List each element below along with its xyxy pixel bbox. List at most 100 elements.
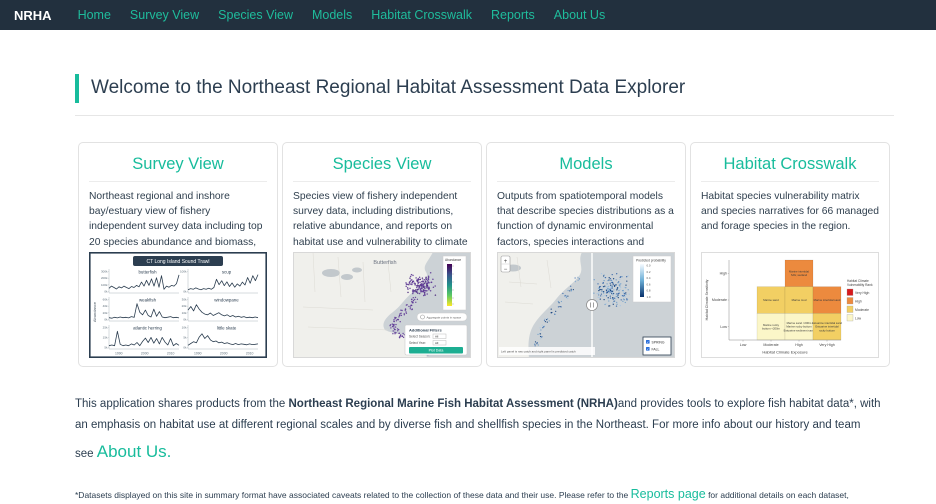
check-icon: ✓ bbox=[647, 340, 650, 344]
nav-home[interactable]: Home bbox=[78, 8, 111, 22]
survey-chart-title: CT Long Island Sound Trawl bbox=[146, 259, 209, 265]
species-map-thumbnail: Butterfish Abundance Aggregate points in… bbox=[293, 252, 471, 358]
svg-text:2000: 2000 bbox=[220, 351, 228, 355]
svg-text:1990: 1990 bbox=[115, 351, 123, 355]
intro-text-bold: Northeast Regional Marine Fish Habitat A… bbox=[289, 398, 618, 410]
svg-text:10k: 10k bbox=[182, 310, 187, 314]
nav-habitat-crosswalk[interactable]: Habitat Crosswalk bbox=[371, 8, 472, 22]
svg-text:Very High: Very High bbox=[855, 290, 869, 294]
brand-nrha[interactable]: NRHA bbox=[14, 8, 52, 23]
card-habitat-crosswalk: Habitat Crosswalk Habitat species vulner… bbox=[690, 142, 890, 367]
svg-text:0.2: 0.2 bbox=[647, 269, 651, 273]
card-species-view: Species View Species view of fishery ind… bbox=[282, 142, 482, 367]
svg-text:Low: Low bbox=[720, 324, 727, 328]
fall-checkbox-label: FALL bbox=[652, 347, 660, 351]
species-legend: Abundance bbox=[443, 256, 466, 310]
season-select-value: All bbox=[435, 334, 439, 338]
footnote-text-1: *Datasets displayed on this site in summ… bbox=[75, 490, 631, 500]
card-crosswalk-title: Habitat Crosswalk bbox=[701, 151, 879, 182]
nav-models[interactable]: Models bbox=[312, 8, 352, 22]
card-species-title: Species View bbox=[293, 151, 471, 182]
top-navbar: NRHA Home Survey View Species View Model… bbox=[0, 0, 936, 30]
svg-text:scup: scup bbox=[222, 269, 232, 274]
card-survey-view: Survey View Northeast regional and insho… bbox=[78, 142, 278, 367]
map-caption-text: Left panel is raw catch and right panel … bbox=[501, 349, 576, 353]
svg-text:High: High bbox=[795, 343, 802, 347]
svg-text:Very High: Very High bbox=[819, 343, 835, 347]
swipe-handle bbox=[587, 299, 598, 310]
svg-text:butterfish: butterfish bbox=[138, 269, 157, 274]
svg-text:0.6: 0.6 bbox=[647, 282, 651, 286]
footnote-paragraph: *Datasets displayed on this site in summ… bbox=[75, 484, 881, 504]
svg-text:Marine sand: Marine sand bbox=[763, 298, 779, 302]
svg-text:0k: 0k bbox=[104, 317, 108, 321]
aggregate-toggle-button: Aggregate points in space bbox=[417, 313, 467, 321]
svg-text:Low: Low bbox=[740, 343, 747, 347]
crosswalk-legend-title-2: Vulnerability Rank bbox=[847, 283, 873, 287]
season-filter-label: Select Season: bbox=[409, 334, 431, 338]
survey-y-axis-label: Abundance bbox=[92, 301, 97, 322]
models-map-thumbnail: + − Predicted probability 0.00.20.40.60.… bbox=[497, 252, 675, 358]
crosswalk-matrix-thumbnail: Marine intertidalSAV, wetland Marine sand… bbox=[701, 252, 879, 358]
svg-text:0.8: 0.8 bbox=[647, 288, 651, 292]
svg-text:0.0: 0.0 bbox=[647, 263, 651, 267]
svg-text:2000: 2000 bbox=[141, 351, 149, 355]
zoom-out-icon: − bbox=[504, 266, 508, 272]
svg-text:atlantic herring: atlantic herring bbox=[133, 325, 162, 330]
zoom-in-icon: + bbox=[504, 258, 508, 264]
svg-text:0k: 0k bbox=[183, 317, 187, 321]
svg-text:High: High bbox=[720, 271, 727, 275]
crosswalk-x-axis-label: Habitat Climate Exposure bbox=[762, 349, 808, 354]
svg-text:0k: 0k bbox=[104, 289, 108, 293]
card-survey-title: Survey View bbox=[89, 151, 267, 182]
nav-survey-view[interactable]: Survey View bbox=[130, 8, 199, 22]
intro-text-1: This application shares products from th… bbox=[75, 398, 289, 410]
svg-text:Moderate: Moderate bbox=[763, 343, 778, 347]
svg-text:Marine mud: Marine mud bbox=[792, 298, 807, 302]
year-filter-label: Select Year: bbox=[409, 341, 426, 345]
nav-species-view[interactable]: Species View bbox=[218, 8, 293, 22]
svg-text:10k: 10k bbox=[182, 325, 187, 329]
svg-text:High: High bbox=[855, 299, 862, 303]
filters-title: Additional Filters bbox=[409, 327, 442, 332]
svg-text:30k: 30k bbox=[182, 297, 187, 301]
card-models-title: Models bbox=[497, 151, 675, 182]
svg-text:300k: 300k bbox=[101, 269, 108, 273]
card-crosswalk-description: Habitat species vulnerability matrix and… bbox=[701, 189, 879, 235]
svg-text:100k: 100k bbox=[101, 282, 108, 286]
svg-text:1.0: 1.0 bbox=[647, 295, 651, 299]
survey-thumbnail: CT Long Island Sound Trawl Abundance but… bbox=[89, 252, 267, 358]
reports-page-link[interactable]: Reports page bbox=[631, 487, 706, 501]
models-legend-title: Predicted probability bbox=[636, 258, 666, 262]
aggregate-toggle-label: Aggregate points in space bbox=[427, 315, 462, 319]
card-models: Models Outputs from spatiotemporal model… bbox=[486, 142, 686, 367]
svg-text:25k: 25k bbox=[103, 325, 108, 329]
species-filters-panel: Additional Filters Select Season: All Se… bbox=[405, 325, 467, 355]
svg-text:Marine rockybottom <200m: Marine rockybottom <200m bbox=[762, 322, 781, 330]
models-legend: Predicted probability 0.00.20.40.60.81.0 bbox=[633, 256, 671, 302]
svg-text:5k: 5k bbox=[104, 345, 108, 349]
svg-text:Low: Low bbox=[855, 316, 862, 320]
svg-text:Marine intertidalSAV, wetland: Marine intertidalSAV, wetland bbox=[789, 269, 809, 277]
about-us-link[interactable]: About Us. bbox=[97, 442, 172, 461]
svg-text:15k: 15k bbox=[103, 335, 108, 339]
year-select-value: All bbox=[435, 341, 439, 345]
svg-text:Marine intertidal sand: Marine intertidal sand bbox=[814, 298, 841, 302]
nav-reports[interactable]: Reports bbox=[491, 8, 535, 22]
svg-text:weakfish: weakfish bbox=[139, 297, 157, 302]
svg-text:200k: 200k bbox=[101, 276, 108, 280]
nav-about-us[interactable]: About Us bbox=[554, 8, 605, 22]
svg-text:windowpane: windowpane bbox=[214, 297, 239, 302]
page-title: Welcome to the Northeast Regional Habita… bbox=[75, 74, 894, 103]
svg-text:Moderate: Moderate bbox=[712, 298, 727, 302]
svg-text:2010: 2010 bbox=[246, 351, 254, 355]
species-map-title: Butterfish bbox=[373, 260, 396, 266]
crosswalk-y-axis-label: Habitat Climate Sensitivity bbox=[705, 279, 709, 320]
svg-text:Marine sand <200mMarine rocky: Marine sand <200mMarine rocky bottomEstu… bbox=[784, 321, 815, 332]
header-divider bbox=[75, 115, 894, 116]
svg-text:2010: 2010 bbox=[167, 351, 175, 355]
svg-text:Moderate: Moderate bbox=[855, 307, 869, 311]
svg-text:little skate: little skate bbox=[217, 325, 237, 330]
check-icon: ✓ bbox=[647, 347, 650, 351]
svg-text:1990: 1990 bbox=[194, 351, 202, 355]
